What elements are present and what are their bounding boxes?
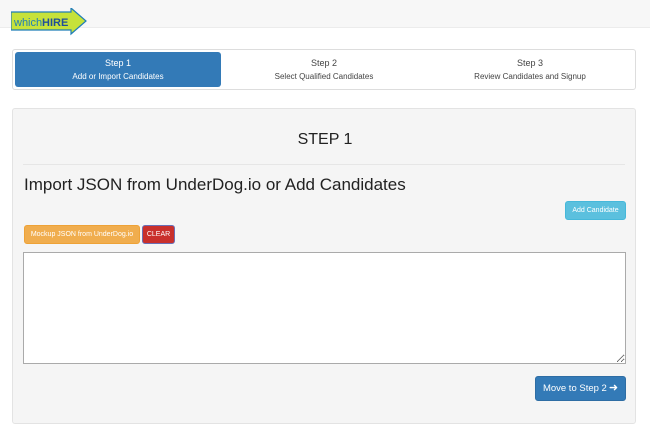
panel-title: STEP 1 xyxy=(297,131,353,148)
clear-button[interactable]: CLEAR xyxy=(142,225,175,244)
step-3-tab[interactable]: Step 3 Review Candidates and Signup xyxy=(427,52,633,87)
top-navbar: which HIRE xyxy=(0,0,650,36)
step-1-tab[interactable]: Step 1 Add or Import Candidates xyxy=(15,52,221,87)
step-2-number: Step 2 xyxy=(310,58,338,68)
arrow-right-icon: ➜ xyxy=(608,382,619,394)
mockup-json-button[interactable]: Mockup JSON from UnderDog.io xyxy=(24,225,140,244)
step-1-number: Step 1 xyxy=(104,58,132,68)
wizard-steps: Step 1 Add or Import Candidates Step 2 S… xyxy=(12,49,636,90)
move-to-step-2-button[interactable]: Move to Step 2 ➜ xyxy=(535,376,626,401)
step-panel: STEP 1 Import JSON from UnderDog.io or A… xyxy=(12,108,636,424)
json-input[interactable] xyxy=(23,252,626,364)
logo-suffix: HIRE xyxy=(42,17,68,29)
step-3-label: Review Candidates and Signup xyxy=(474,72,586,81)
step-1-label: Add or Import Candidates xyxy=(72,72,164,81)
whichhire-logo[interactable]: which HIRE xyxy=(11,8,87,36)
step-2-tab[interactable]: Step 2 Select Qualified Candidates xyxy=(221,52,427,87)
logo-prefix: which xyxy=(13,17,42,29)
title-divider xyxy=(23,164,625,165)
step-3-number: Step 3 xyxy=(516,58,544,68)
add-candidate-button[interactable]: Add Candidate xyxy=(565,201,626,220)
step-2-label: Select Qualified Candidates xyxy=(274,72,374,81)
import-heading: Import JSON from UnderDog.io or Add Cand… xyxy=(24,175,406,194)
move-to-step-2-label: Move to Step 2 xyxy=(542,383,607,394)
